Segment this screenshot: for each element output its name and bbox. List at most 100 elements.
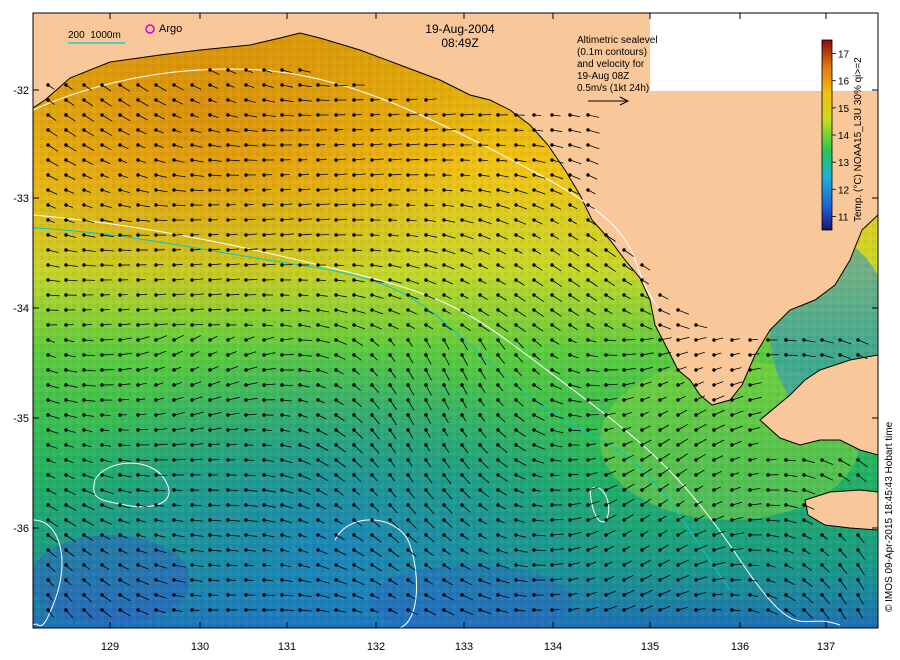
velocity-arrow-origin bbox=[496, 218, 500, 222]
velocity-arrow-origin bbox=[622, 593, 626, 597]
velocity-arrow-origin bbox=[46, 533, 50, 537]
velocity-arrow-origin bbox=[82, 503, 86, 507]
velocity-arrow-origin bbox=[64, 248, 68, 252]
velocity-arrow-origin bbox=[586, 218, 590, 222]
velocity-arrow-origin bbox=[244, 158, 248, 162]
velocity-arrow-origin bbox=[154, 533, 158, 537]
velocity-arrow-origin bbox=[406, 593, 410, 597]
velocity-arrow-origin bbox=[388, 233, 392, 237]
velocity-arrow-origin bbox=[46, 473, 50, 477]
velocity-arrow-origin bbox=[820, 533, 824, 537]
velocity-arrow-origin bbox=[424, 113, 428, 117]
velocity-arrow-origin bbox=[154, 398, 158, 402]
velocity-arrow-origin bbox=[478, 548, 482, 552]
velocity-arrow-origin bbox=[784, 458, 788, 462]
velocity-arrow-origin bbox=[442, 533, 446, 537]
velocity-arrow-origin bbox=[190, 293, 194, 297]
velocity-arrow-origin bbox=[460, 128, 464, 132]
velocity-arrow-origin bbox=[154, 518, 158, 522]
velocity-arrow-origin bbox=[442, 368, 446, 372]
velocity-arrow-origin bbox=[370, 533, 374, 537]
velocity-arrow-origin bbox=[172, 293, 176, 297]
velocity-arrow-origin bbox=[676, 428, 680, 432]
velocity-arrow-origin bbox=[622, 428, 626, 432]
velocity-arrow-origin bbox=[172, 533, 176, 537]
velocity-arrow-origin bbox=[118, 608, 122, 612]
velocity-arrow-origin bbox=[550, 428, 554, 432]
velocity-arrow-origin bbox=[568, 548, 572, 552]
velocity-arrow-origin bbox=[172, 158, 176, 162]
velocity-arrow-origin bbox=[352, 218, 356, 222]
velocity-arrow-origin bbox=[478, 248, 482, 252]
velocity-arrow-origin bbox=[586, 368, 590, 372]
velocity-arrow-origin bbox=[604, 443, 608, 447]
velocity-arrow-origin bbox=[334, 443, 338, 447]
colorbar-tick-label: 11 bbox=[838, 212, 849, 223]
velocity-arrow-origin bbox=[532, 593, 536, 597]
velocity-arrow-origin bbox=[550, 173, 554, 177]
velocity-arrow-origin bbox=[352, 488, 356, 492]
velocity-arrow-origin bbox=[442, 578, 446, 582]
velocity-arrow-origin bbox=[460, 143, 464, 147]
velocity-arrow-origin bbox=[406, 173, 410, 177]
velocity-arrow-origin bbox=[46, 548, 50, 552]
velocity-arrow-origin bbox=[514, 503, 518, 507]
velocity-arrow-origin bbox=[460, 248, 464, 252]
velocity-arrow-origin bbox=[460, 443, 464, 447]
velocity-arrow-origin bbox=[280, 578, 284, 582]
velocity-arrow-origin bbox=[514, 323, 518, 327]
velocity-arrow-origin bbox=[424, 158, 428, 162]
velocity-arrow-origin bbox=[532, 368, 536, 372]
velocity-arrow-origin bbox=[460, 398, 464, 402]
svg-text:0.5m/s (1kt 24h): 0.5m/s (1kt 24h) bbox=[577, 83, 649, 94]
x-tick-label: 129 bbox=[101, 641, 119, 653]
velocity-arrow-origin bbox=[658, 308, 662, 312]
velocity-arrow-origin bbox=[226, 233, 230, 237]
velocity-arrow-origin bbox=[370, 458, 374, 462]
velocity-arrow-origin bbox=[820, 593, 824, 597]
velocity-arrow-origin bbox=[244, 578, 248, 582]
velocity-arrow-origin bbox=[46, 128, 50, 132]
velocity-arrow-origin bbox=[496, 473, 500, 477]
x-tick-label: 136 bbox=[731, 641, 749, 653]
velocity-arrow-origin bbox=[478, 503, 482, 507]
velocity-arrow-origin bbox=[550, 203, 554, 207]
velocity-arrow-origin bbox=[406, 248, 410, 252]
velocity-arrow-origin bbox=[262, 383, 266, 387]
velocity-arrow-origin bbox=[604, 503, 608, 507]
velocity-arrow-origin bbox=[640, 413, 644, 417]
velocity-arrow-origin bbox=[406, 488, 410, 492]
velocity-arrow-origin bbox=[46, 563, 50, 567]
velocity-arrow-origin bbox=[334, 383, 338, 387]
velocity-arrow-origin bbox=[244, 83, 248, 87]
velocity-arrow-origin bbox=[406, 458, 410, 462]
velocity-arrow-origin bbox=[604, 473, 608, 477]
velocity-arrow-origin bbox=[550, 323, 554, 327]
velocity-arrow-origin bbox=[64, 323, 68, 327]
velocity-arrow-origin bbox=[460, 548, 464, 552]
velocity-arrow-origin bbox=[496, 278, 500, 282]
velocity-arrow-origin bbox=[856, 458, 860, 462]
velocity-arrow-origin bbox=[298, 83, 302, 87]
velocity-arrow-origin bbox=[406, 548, 410, 552]
velocity-arrow-origin bbox=[640, 608, 644, 612]
velocity-arrow-origin bbox=[496, 533, 500, 537]
velocity-arrow-origin bbox=[406, 473, 410, 477]
velocity-arrow-origin bbox=[298, 548, 302, 552]
velocity-arrow-origin bbox=[280, 203, 284, 207]
velocity-arrow-origin bbox=[46, 578, 50, 582]
velocity-arrow-origin bbox=[388, 113, 392, 117]
velocity-arrow-origin bbox=[316, 398, 320, 402]
velocity-arrow-origin bbox=[280, 488, 284, 492]
velocity-arrow-origin bbox=[154, 593, 158, 597]
velocity-arrow-origin bbox=[64, 413, 68, 417]
velocity-arrow-origin bbox=[478, 263, 482, 267]
velocity-arrow-origin bbox=[280, 278, 284, 282]
velocity-arrow-origin bbox=[172, 248, 176, 252]
velocity-arrow-origin bbox=[190, 173, 194, 177]
velocity-arrow-origin bbox=[424, 263, 428, 267]
velocity-arrow-origin bbox=[550, 458, 554, 462]
velocity-arrow-origin bbox=[118, 368, 122, 372]
velocity-arrow-origin bbox=[568, 473, 572, 477]
velocity-arrow-origin bbox=[802, 488, 806, 492]
